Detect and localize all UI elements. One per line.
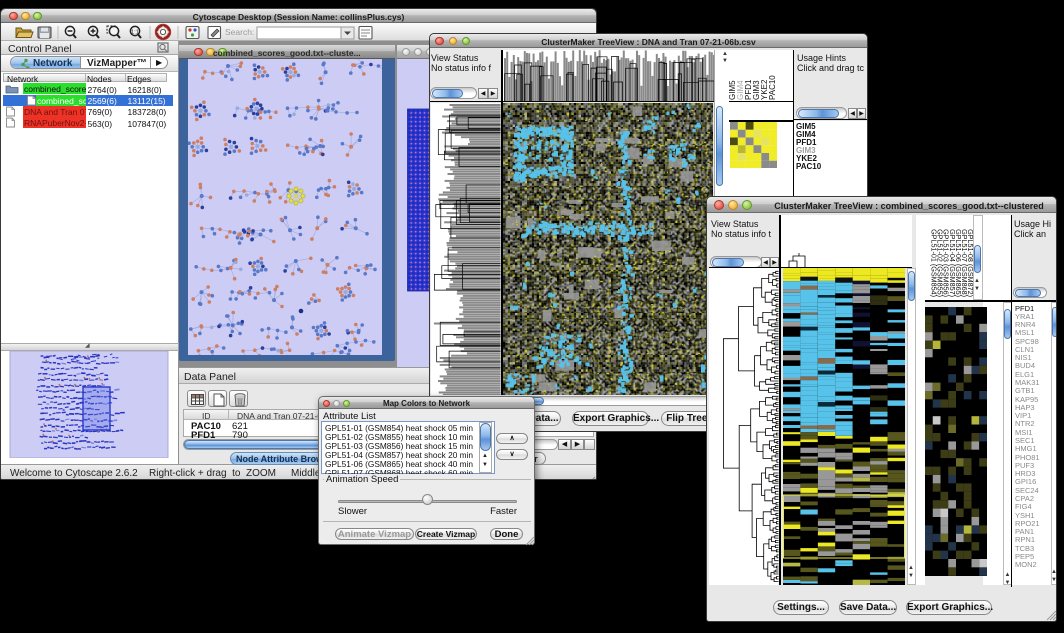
svg-text:GPL51-08 (GSM872): GPL51-08 (GSM872) <box>966 229 973 297</box>
svg-text:1:1: 1:1 <box>131 29 139 35</box>
svg-text:Search:: Search: <box>225 27 254 37</box>
svg-text:PAC10: PAC10 <box>768 75 777 100</box>
